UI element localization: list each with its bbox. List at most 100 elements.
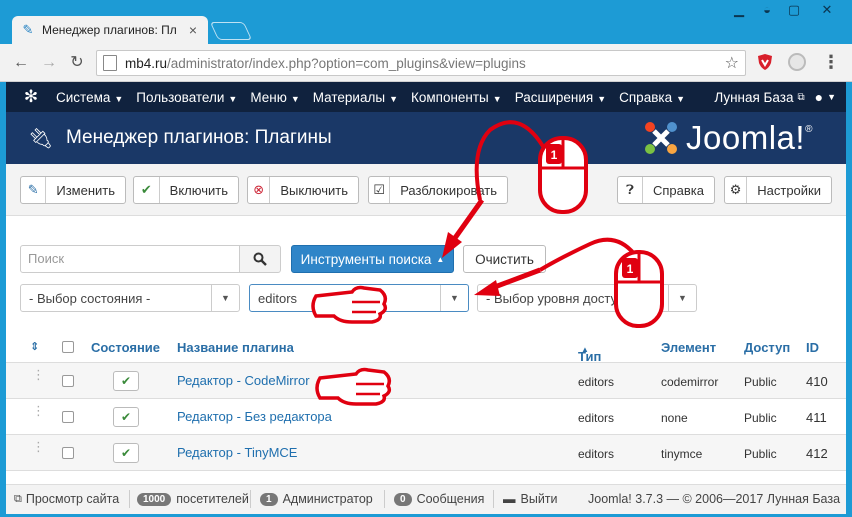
caret-down-icon: ▼ (668, 285, 696, 311)
minimize-icon[interactable]: ▁ (726, 0, 752, 22)
plugin-type: editors (578, 447, 615, 461)
caret-down-icon: ▼ (676, 93, 686, 104)
column-type[interactable]: Тип ▲ (578, 340, 601, 364)
search-input[interactable]: Поиск (20, 245, 240, 273)
admin-menu-right: Лунная База ⧉ ● ▼ (714, 82, 836, 112)
plugin-name-link[interactable]: Редактор - TinyMCE (177, 445, 297, 460)
version-text: Joomla! 3.7.3 — © 2006—2017 Лунная База (588, 492, 841, 506)
plugin-access: Public (744, 375, 777, 389)
checkbox-icon: ☑ (369, 177, 391, 203)
joomla-logo-icon[interactable]: ✻ (6, 87, 56, 107)
menu-users[interactable]: Пользователи ▼ (136, 90, 237, 105)
drag-handle-icon[interactable]: ⋮ (32, 440, 45, 453)
external-link-icon: ⧉ (14, 492, 22, 505)
admin-status-bar: ⧉ Просмотр сайта 1000 посетителей 1 Адми… (6, 484, 846, 514)
messages-indicator[interactable]: 0 Сообщения (394, 492, 484, 506)
tab-close-icon[interactable]: × (186, 22, 200, 38)
search-button[interactable] (239, 245, 281, 273)
state-filter-select[interactable]: - Выбор состояния - ▼ (20, 284, 240, 312)
status-check-icon[interactable]: ✔ (113, 443, 139, 463)
drag-handle-icon[interactable]: ⋮ (32, 404, 45, 417)
caret-up-icon: ▲ (436, 254, 445, 264)
divider (384, 490, 385, 508)
user-icon[interactable]: ● (815, 89, 823, 105)
disable-button[interactable]: ⊗ Выключить (247, 176, 359, 204)
plugin-id: 410 (806, 374, 828, 389)
row-checkbox[interactable] (62, 447, 74, 459)
browser-toolbar: ← → ↻ mb4.ru /administrator/index.php?op… (0, 44, 852, 82)
row-checkbox[interactable] (62, 411, 74, 423)
column-id[interactable]: ID (806, 340, 819, 355)
edit-button[interactable]: ✎ Изменить (20, 176, 126, 204)
admin-menu-bar: ✻ Система ▼ Пользователи ▼ Меню ▼ Материалы… (6, 82, 846, 112)
table-row: ⋮ ✔ Редактор - TinyMCE editors tinymce P… (6, 435, 846, 471)
menu-components[interactable]: Компоненты ▼ (411, 90, 502, 105)
folder-filter-select[interactable]: editors ▼ (249, 284, 469, 312)
drag-handle-icon[interactable]: ⋮ (32, 368, 45, 381)
menu-system[interactable]: Система ▼ (56, 90, 123, 105)
plugin-type: editors (578, 411, 615, 425)
menu-menus[interactable]: Меню ▼ (250, 90, 299, 105)
plugin-element: none (661, 411, 688, 425)
maximize-icon[interactable]: ▢ (781, 0, 807, 22)
column-name[interactable]: Название плагина (177, 340, 294, 355)
page-header: 🔌︎ Менеджер плагинов: Плагины Joomla! ® (6, 112, 846, 164)
forward-arrow-icon[interactable]: → (38, 53, 60, 73)
plugin-name-link[interactable]: Редактор - Без редактора (177, 409, 332, 424)
enable-button[interactable]: ✔ Включить (133, 176, 239, 204)
check-icon: ✔ (134, 177, 160, 203)
search-tools-button[interactable]: Инструменты поиска ▲ (291, 245, 454, 273)
sort-order-icon[interactable]: ⇕ (30, 340, 39, 353)
reload-icon[interactable]: ↻ (66, 53, 88, 73)
menu-extensions[interactable]: Расширения ▼ (515, 90, 606, 105)
bookmark-star-icon[interactable]: ☆ (725, 53, 739, 73)
divider (129, 490, 130, 508)
options-button[interactable]: ⚙ Настройки (724, 176, 832, 204)
column-status[interactable]: Состояние (91, 340, 160, 355)
clear-button[interactable]: Очистить (463, 245, 546, 273)
new-tab-button[interactable] (209, 22, 253, 40)
plugin-element: tinymce (661, 447, 703, 461)
person-icon[interactable]: ◒ (754, 0, 780, 22)
plugin-name-link[interactable]: Редактор - CodeMirror (177, 373, 310, 388)
visitors-indicator[interactable]: 1000 посетителей (137, 492, 249, 506)
logout-link[interactable]: ▬ Выйти (503, 492, 558, 506)
url-host: mb4.ru (125, 55, 168, 71)
close-window-icon[interactable]: ✕ (814, 0, 840, 22)
site-name-link[interactable]: Лунная База (714, 90, 793, 105)
help-button[interactable]: ❓︎ Справка (617, 176, 715, 204)
column-element[interactable]: Элемент (661, 340, 716, 355)
unlock-button[interactable]: ☑ Разблокировать (368, 176, 508, 204)
main-content: ✎ Изменить ✔ Включить ⊗ Выключить ☑ Разб… (6, 164, 846, 484)
address-bar[interactable]: mb4.ru /administrator/index.php?option=c… (96, 50, 746, 76)
external-link-icon: ⧉ (797, 91, 805, 103)
menu-help[interactable]: Справка ▼ (619, 90, 685, 105)
minus-icon: ▬ (503, 492, 516, 506)
admins-indicator[interactable]: 1 Администратор (260, 492, 373, 506)
caret-down-icon: ▼ (492, 93, 502, 104)
page-icon (103, 55, 117, 71)
caret-down-icon: ▼ (114, 93, 124, 104)
browser-tab[interactable]: ✎ Менеджер плагинов: Пл × (12, 16, 208, 44)
row-checkbox[interactable] (62, 375, 74, 387)
view-site-link[interactable]: ⧉ Просмотр сайта (14, 492, 119, 506)
status-check-icon[interactable]: ✔ (113, 371, 139, 391)
select-all-checkbox[interactable] (62, 341, 74, 353)
caret-down-icon: ▼ (597, 93, 607, 104)
access-filter-select[interactable]: - Выбор уровня доступа - ▼ (477, 284, 697, 312)
menu-content[interactable]: Материалы ▼ (313, 90, 398, 105)
caret-down-icon: ▼ (440, 285, 468, 311)
plugin-access: Public (744, 447, 777, 461)
back-arrow-icon[interactable]: ← (10, 53, 32, 73)
plugins-table-header: ⇕ Состояние Название плагина Тип ▲ Элемен… (6, 331, 846, 364)
extension-circle-icon[interactable] (788, 53, 806, 71)
divider (250, 490, 251, 508)
browser-menu-icon[interactable]: ⋮ (822, 52, 840, 72)
shield-extension-icon[interactable] (756, 53, 774, 71)
status-check-icon[interactable]: ✔ (113, 407, 139, 427)
brand-text: Joomla! (686, 119, 806, 156)
plugin-id: 411 (806, 410, 827, 425)
column-access[interactable]: Доступ (744, 340, 790, 355)
caret-down-icon: ▼ (228, 93, 238, 104)
plug-favicon-icon: ✎ (22, 22, 34, 37)
